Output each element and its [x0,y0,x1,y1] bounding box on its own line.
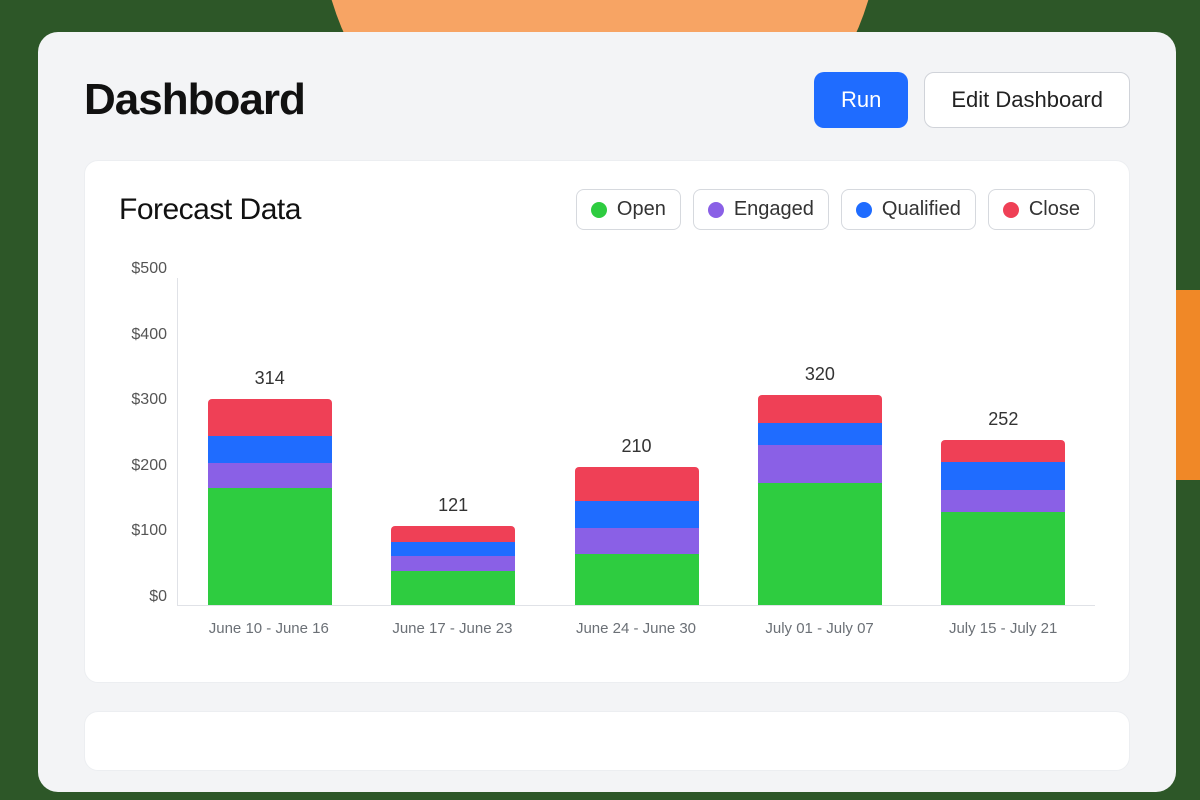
bar-segment-qualified [208,436,332,464]
bar-stack[interactable] [208,399,332,605]
bar-slot: 252 [912,278,1095,605]
x-axis-label: June 10 - June 16 [177,620,361,637]
bar-segment-close [208,399,332,436]
page-title: Dashboard [84,75,305,125]
bar-slot: 121 [361,278,544,605]
plot: 314 121 210 320 252 [177,278,1095,606]
bar-segment-open [391,571,515,605]
bar-slot: 210 [545,278,728,605]
bar-segment-engaged [391,556,515,570]
bar-segment-engaged [575,528,699,554]
legend-item-qualified[interactable]: Qualified [841,189,976,230]
x-axis-label: July 01 - July 07 [728,620,912,637]
bar-segment-qualified [941,462,1065,490]
bar-total-label: 252 [988,409,1018,430]
bar-segment-open [575,554,699,605]
secondary-card [84,711,1130,771]
bar-segment-open [758,483,882,605]
bar-segment-close [758,395,882,423]
bar-segment-engaged [208,463,332,488]
legend-label: Open [617,198,666,221]
bar-total-label: 121 [438,495,468,516]
bar-segment-open [208,488,332,605]
bar-segment-close [941,440,1065,462]
chart-area: $500$400$300$200$100$0 314 121 210 320 252 J… [119,278,1095,648]
chart-header: Forecast Data Open Engaged Qualified Close [119,189,1095,230]
legend-dot-icon [591,202,607,218]
x-axis-label: June 17 - June 23 [361,620,545,637]
bar-slot: 314 [178,278,361,605]
header: Dashboard Run Edit Dashboard [84,72,1130,128]
legend-label: Qualified [882,198,961,221]
x-axis-label: June 24 - June 30 [544,620,728,637]
run-button[interactable]: Run [814,72,908,128]
bar-total-label: 320 [805,364,835,385]
legend-dot-icon [1003,202,1019,218]
bar-total-label: 314 [255,368,285,389]
bar-segment-qualified [391,542,515,556]
bar-stack[interactable] [758,395,882,605]
bar-segment-engaged [758,445,882,483]
bar-segment-qualified [575,501,699,527]
header-buttons: Run Edit Dashboard [814,72,1130,128]
bar-stack[interactable] [575,467,699,605]
chart-title: Forecast Data [119,193,301,227]
bar-segment-open [941,512,1065,605]
legend-item-engaged[interactable]: Engaged [693,189,829,230]
legend-dot-icon [856,202,872,218]
legend-item-open[interactable]: Open [576,189,681,230]
x-axis-labels: June 10 - June 16June 17 - June 23June 2… [177,620,1095,637]
legend-item-close[interactable]: Close [988,189,1095,230]
forecast-chart-card: Forecast Data OpenEngagedQualifiedClose … [84,160,1130,683]
dashboard-card: Dashboard Run Edit Dashboard Forecast Da… [38,32,1176,792]
bar-slot: 320 [728,278,911,605]
bar-stack[interactable] [391,526,515,605]
x-axis-label: July 15 - July 21 [911,620,1095,637]
chart-legend: Open Engaged Qualified Close [576,189,1095,230]
bar-stack[interactable] [941,440,1065,605]
bar-segment-qualified [758,423,882,445]
bar-segment-engaged [941,490,1065,512]
plot-wrap: 314 121 210 320 252 June 10 - June 16June 17… [177,278,1095,648]
y-axis: $500$400$300$200$100$0 [119,278,177,606]
edit-dashboard-button[interactable]: Edit Dashboard [924,72,1130,128]
bar-segment-close [391,526,515,542]
legend-label: Engaged [734,198,814,221]
legend-label: Close [1029,198,1080,221]
bar-segment-close [575,467,699,501]
bar-total-label: 210 [621,436,651,457]
legend-dot-icon [708,202,724,218]
